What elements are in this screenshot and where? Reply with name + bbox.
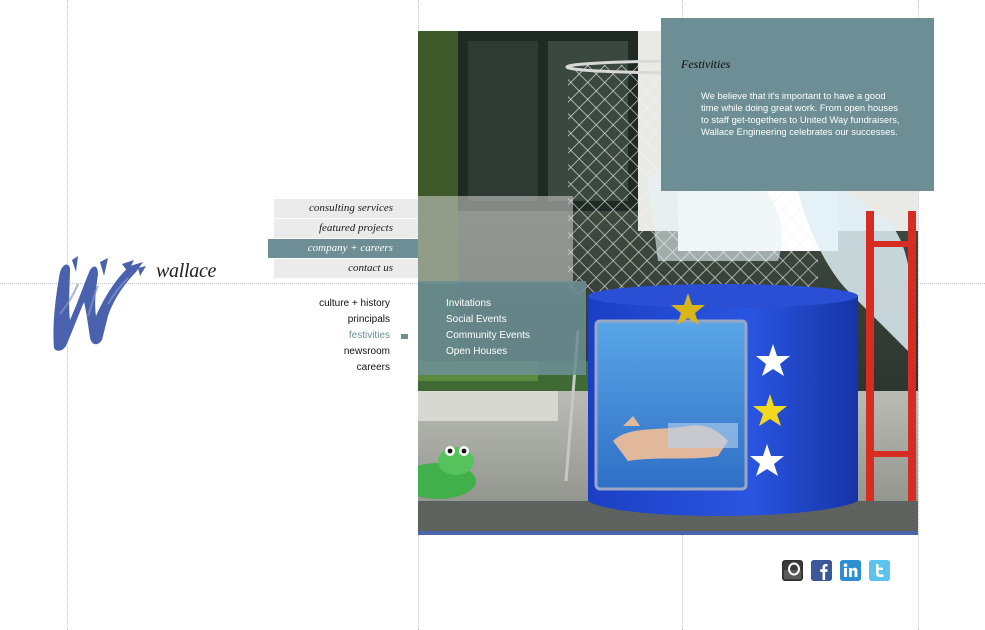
- info-panel: Festivities We believe that it's importa…: [661, 18, 934, 191]
- section-links-panel: [418, 281, 586, 375]
- linkedin-icon[interactable]: [840, 560, 861, 581]
- sub-nav-culture-history[interactable]: culture + history: [319, 297, 390, 311]
- brush-w-logo-icon[interactable]: [48, 254, 148, 354]
- hero-bottom-bar: [418, 531, 918, 535]
- sub-nav-festivities[interactable]: festivities: [349, 329, 390, 343]
- brand-name[interactable]: wallace: [156, 260, 216, 283]
- twitter-icon[interactable]: [869, 560, 890, 581]
- sub-nav-principals[interactable]: principals: [348, 313, 390, 327]
- section-link-community-events[interactable]: Community Events: [446, 329, 530, 343]
- main-nav-contact-us[interactable]: contact us: [274, 259, 418, 278]
- info-panel-title: Festivities: [681, 57, 731, 71]
- section-link-social-events[interactable]: Social Events: [446, 313, 507, 327]
- active-item-marker: [401, 334, 408, 339]
- facebook-icon[interactable]: [811, 560, 832, 581]
- nav-overlay-strip: [418, 196, 573, 283]
- section-link-open-houses[interactable]: Open Houses: [446, 345, 507, 359]
- info-panel-body: We believe that it's important to have a…: [701, 90, 900, 137]
- sub-nav-newsroom[interactable]: newsroom: [344, 345, 390, 359]
- main-nav-company-careers[interactable]: company + careers: [268, 239, 418, 258]
- sub-nav-careers[interactable]: careers: [357, 361, 390, 375]
- main-nav-featured-projects[interactable]: featured projects: [274, 219, 418, 238]
- outlook-icon[interactable]: [782, 560, 803, 581]
- section-link-invitations[interactable]: Invitations: [446, 297, 491, 311]
- main-nav-consulting-services[interactable]: consulting services: [274, 199, 418, 218]
